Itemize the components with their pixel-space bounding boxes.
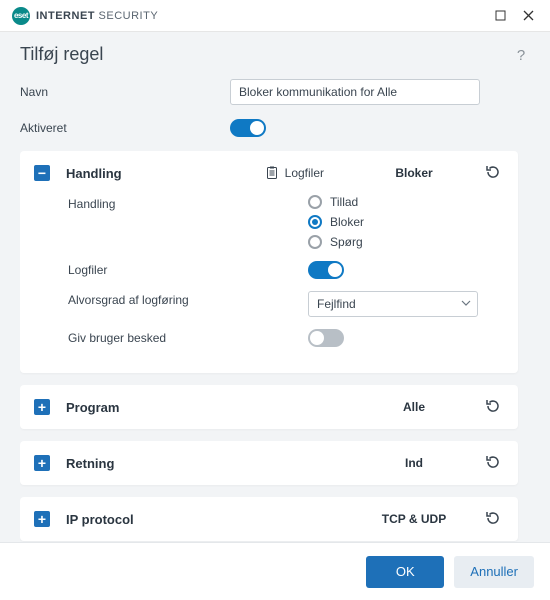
name-row: Navn	[20, 79, 530, 105]
sections-scroll[interactable]: − Handling Logfiler Bloker Handling	[20, 151, 530, 542]
section-program-summary: Alle	[364, 400, 464, 414]
section-program-header[interactable]: + Program Alle	[20, 385, 518, 429]
section-direction-title: Retning	[66, 456, 114, 471]
section-program-reset[interactable]	[484, 397, 504, 417]
severity-value: Fejlfind	[317, 297, 356, 311]
severity-label: Alvorsgrad af logføring	[68, 291, 308, 307]
page-title: Tilføj regel	[20, 44, 512, 65]
radio-icon	[308, 215, 322, 229]
name-input[interactable]	[230, 79, 480, 105]
logfiles-indicator-label: Logfiler	[285, 166, 324, 180]
undo-icon	[484, 163, 502, 181]
section-program: + Program Alle	[20, 385, 518, 429]
radio-icon	[308, 195, 322, 209]
section-protocol-title: IP protocol	[66, 512, 134, 527]
logfiles-row: Logfiler	[68, 261, 504, 279]
undo-icon	[484, 509, 502, 527]
enabled-label: Aktiveret	[20, 121, 230, 135]
section-handling-header[interactable]: − Handling Logfiler Bloker	[20, 151, 518, 195]
collapse-icon: −	[34, 165, 50, 181]
expand-icon: +	[34, 399, 50, 415]
window-close-button[interactable]	[514, 2, 542, 30]
section-protocol-header[interactable]: + IP protocol TCP & UDP	[20, 497, 518, 541]
brand-text: INTERNET SECURITY	[36, 10, 158, 22]
title-bar: eset INTERNET SECURITY	[0, 0, 550, 32]
brand-logo: eset	[12, 7, 30, 25]
radio-allow-label: Tillad	[330, 195, 358, 209]
section-protocol-reset[interactable]	[484, 509, 504, 529]
brand: eset INTERNET SECURITY	[12, 7, 486, 25]
handling-action-radios: Tillad Bloker Spørg	[308, 195, 504, 249]
section-handling-body: Handling Tillad Bloker Spørg	[20, 195, 518, 373]
section-handling-summary: Bloker	[364, 166, 464, 180]
square-icon	[495, 10, 506, 21]
window-maximize-button[interactable]	[486, 2, 514, 30]
severity-select[interactable]: Fejlfind	[308, 291, 478, 317]
ok-button[interactable]: OK	[366, 556, 444, 588]
page: Tilføj regel ? Navn Aktiveret − Handling…	[0, 32, 550, 542]
section-handling-title: Handling	[66, 166, 122, 181]
logfiles-label: Logfiler	[68, 261, 308, 277]
cancel-button[interactable]: Annuller	[454, 556, 534, 588]
section-direction-header[interactable]: + Retning Ind	[20, 441, 518, 485]
svg-text:?: ?	[517, 47, 525, 64]
handling-action-label: Handling	[68, 195, 308, 211]
handling-action-row: Handling Tillad Bloker Spørg	[68, 195, 504, 249]
radio-icon	[308, 235, 322, 249]
section-protocol-summary: TCP & UDP	[364, 512, 464, 526]
section-handling: − Handling Logfiler Bloker Handling	[20, 151, 518, 373]
undo-icon	[484, 453, 502, 471]
enabled-toggle[interactable]	[230, 119, 266, 137]
clipboard-icon	[265, 166, 279, 180]
logfiles-toggle[interactable]	[308, 261, 344, 279]
expand-icon: +	[34, 455, 50, 471]
enabled-row: Aktiveret	[20, 119, 530, 137]
page-header: Tilføj regel ?	[20, 44, 530, 65]
section-direction-summary: Ind	[364, 456, 464, 470]
section-handling-reset[interactable]	[484, 163, 504, 183]
radio-block[interactable]: Bloker	[308, 215, 504, 229]
radio-block-label: Bloker	[330, 215, 364, 229]
notify-toggle[interactable]	[308, 329, 344, 347]
expand-icon: +	[34, 511, 50, 527]
section-handling-logfiles-indicator: Logfiler	[265, 166, 324, 180]
footer: OK Annuller	[0, 542, 550, 600]
section-program-title: Program	[66, 400, 119, 415]
radio-ask[interactable]: Spørg	[308, 235, 504, 249]
name-label: Navn	[20, 85, 230, 99]
radio-allow[interactable]: Tillad	[308, 195, 504, 209]
chevron-down-icon	[461, 297, 471, 311]
section-protocol: + IP protocol TCP & UDP	[20, 497, 518, 541]
section-direction-reset[interactable]	[484, 453, 504, 473]
severity-row: Alvorsgrad af logføring Fejlfind	[68, 291, 504, 317]
undo-icon	[484, 397, 502, 415]
help-icon: ?	[512, 46, 530, 64]
help-button[interactable]: ?	[512, 46, 530, 64]
notify-label: Giv bruger besked	[68, 329, 308, 345]
radio-ask-label: Spørg	[330, 235, 363, 249]
close-icon	[523, 10, 534, 21]
notify-row: Giv bruger besked	[68, 329, 504, 347]
section-direction: + Retning Ind	[20, 441, 518, 485]
